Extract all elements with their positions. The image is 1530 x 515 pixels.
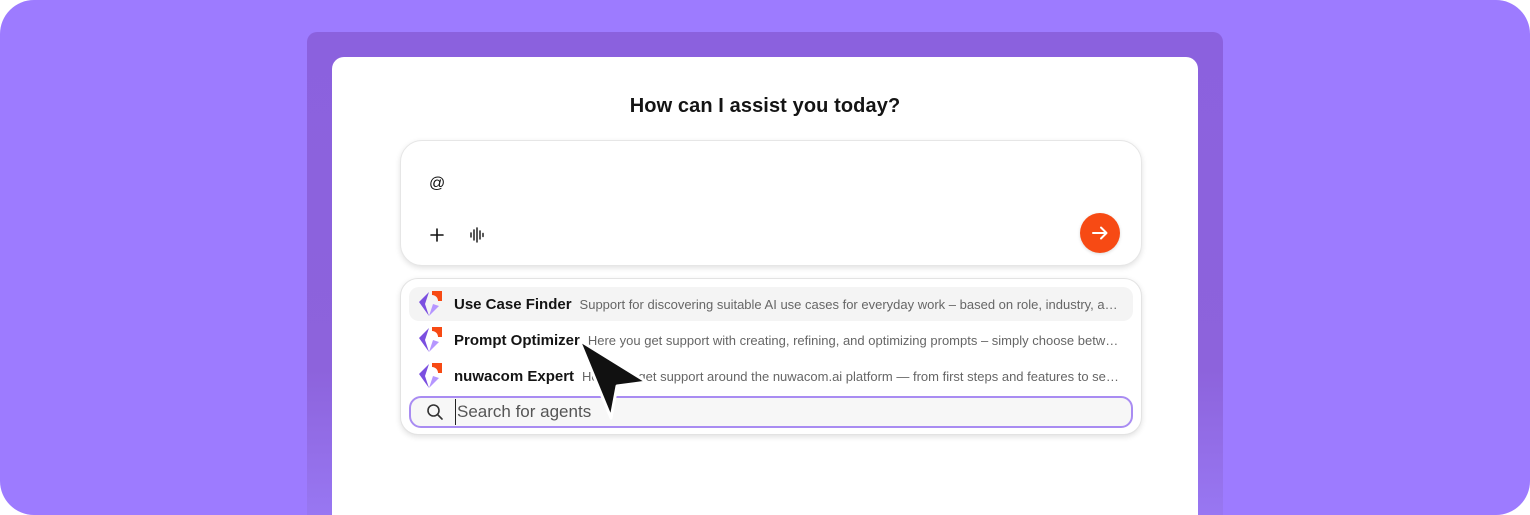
background-frame: How can I assist you today? @ Use Case F…: [0, 0, 1530, 515]
page-title: How can I assist you today?: [629, 95, 901, 117]
agent-name: Prompt Optimizer: [454, 331, 580, 349]
arrow-right-icon: [1092, 226, 1108, 240]
agent-logo-icon: [419, 291, 442, 316]
composer-input-text[interactable]: @: [429, 175, 445, 193]
agent-search-input[interactable]: [455, 399, 1095, 425]
send-button[interactable]: [1080, 213, 1120, 253]
agent-name: Use Case Finder: [454, 295, 572, 313]
agent-suggestion-list: Use Case Finder Support for discovering …: [400, 278, 1142, 435]
agent-description: Support for discovering suitable AI use …: [579, 296, 1133, 312]
agent-option-use-case-finder[interactable]: Use Case Finder Support for discovering …: [409, 287, 1133, 321]
chat-composer[interactable]: @: [400, 140, 1142, 266]
agent-search-box[interactable]: [409, 396, 1133, 428]
agent-logo-icon: [419, 363, 442, 388]
plus-icon: [430, 228, 444, 242]
voice-input-button[interactable]: [465, 223, 489, 247]
agent-option-prompt-optimizer[interactable]: Prompt Optimizer Here you get support wi…: [409, 323, 1133, 357]
add-attachment-button[interactable]: [425, 223, 449, 247]
voice-waveform-icon: [470, 227, 484, 243]
agent-option-nuwacom-expert[interactable]: nuwacom Expert Here you get support arou…: [409, 359, 1133, 393]
app-window: How can I assist you today? @ Use Case F…: [332, 57, 1198, 515]
agent-name: nuwacom Expert: [454, 367, 575, 385]
agent-description: Here you get support around the nuwacom.…: [582, 368, 1119, 384]
agent-logo-icon: [419, 327, 442, 352]
search-icon: [425, 402, 445, 422]
agent-description: Here you get support with creating, refi…: [587, 332, 1126, 348]
